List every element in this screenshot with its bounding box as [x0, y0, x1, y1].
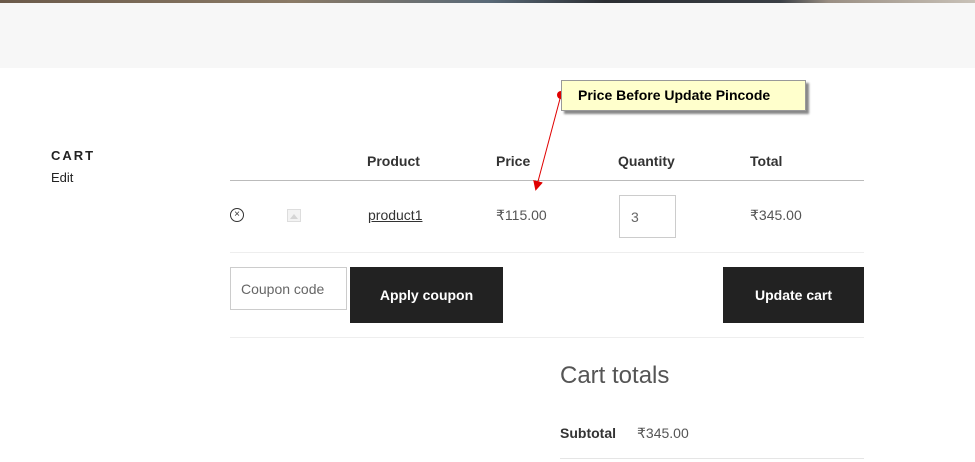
header-total: Total	[750, 153, 783, 169]
annotation-arrow-line	[533, 94, 562, 191]
header-quantity: Quantity	[618, 153, 675, 169]
row-divider	[230, 252, 864, 253]
remove-item-icon[interactable]: ×	[230, 208, 244, 222]
header-band	[0, 3, 975, 68]
page-title: CART	[51, 148, 96, 163]
product-name-link[interactable]: product1	[368, 207, 422, 223]
coupon-code-input[interactable]	[230, 267, 347, 310]
product-subtotal: ₹345.00	[750, 207, 802, 223]
image-placeholder-icon[interactable]	[287, 209, 301, 222]
subtotal-value: ₹345.00	[637, 425, 689, 441]
update-cart-button[interactable]: Update cart	[723, 267, 864, 323]
subtotal-label: Subtotal	[560, 425, 616, 441]
table-header-divider	[230, 180, 864, 181]
cart-totals-title: Cart totals	[560, 362, 670, 389]
header-price: Price	[496, 153, 531, 169]
quantity-input[interactable]	[619, 195, 676, 238]
product-price: ₹115.00	[496, 207, 547, 223]
actions-divider	[230, 337, 864, 338]
header-product: Product	[367, 153, 420, 169]
annotation-callout: Price Before Update Pincode	[561, 80, 806, 111]
annotation-arrow	[533, 91, 565, 191]
subtotal-divider	[560, 458, 864, 459]
apply-coupon-button[interactable]: Apply coupon	[350, 267, 503, 323]
edit-link[interactable]: Edit	[51, 170, 73, 185]
